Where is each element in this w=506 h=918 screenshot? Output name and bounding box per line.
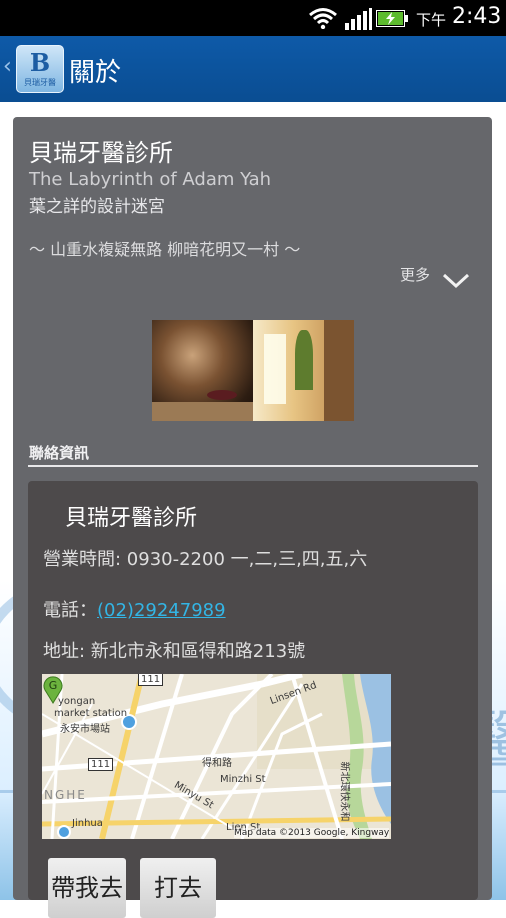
- page-title: 關於: [69, 58, 122, 88]
- map-label-dehe: 得和路: [202, 758, 232, 769]
- wifi-icon: [309, 8, 337, 29]
- photo-plant: [295, 330, 313, 390]
- map-label-station-zh: 永安市場站: [60, 724, 110, 735]
- map-pin-label: G: [49, 679, 58, 692]
- map-label-nghe: NGHE: [44, 788, 87, 802]
- map-label-expressway: 新北環快永和: [338, 761, 350, 822]
- action-bar: ‹ B 貝瑞牙醫 關於: [0, 36, 506, 102]
- contact-card: 貝瑞牙醫診所 營業時間: 0930-2200 一,二,三,四,五,六 電話：(0…: [28, 481, 478, 918]
- photo-wall: [324, 320, 354, 421]
- status-bar: 下午 2:43: [0, 0, 506, 36]
- section-label-contact: 聯絡資訊: [29, 444, 90, 462]
- status-ampm: 下午: [416, 11, 447, 29]
- phone-row: 電話：(02)29247989: [43, 596, 226, 622]
- clinic-photo[interactable]: [152, 320, 354, 421]
- location-map[interactable]: yongan market station 永安市場站 111 111 Lins…: [42, 674, 391, 839]
- map-label-route-111-top: 111: [138, 674, 164, 686]
- opening-hours: 營業時間: 0930-2200 一,二,三,四,五,六: [43, 549, 368, 570]
- battery-charging-icon: [376, 10, 408, 27]
- clinic-name: 貝瑞牙醫診所: [29, 139, 173, 167]
- about-card: 貝瑞牙醫診所 The Labyrinth of Adam Yah 葉之詳的設計迷…: [13, 117, 492, 918]
- chevron-down-icon[interactable]: [441, 272, 471, 290]
- more-button-label[interactable]: 更多: [400, 264, 430, 285]
- app-logo-icon[interactable]: B 貝瑞牙醫: [16, 45, 64, 93]
- signal-icon: [345, 8, 372, 30]
- address: 地址: 新北市永和區得和路213號: [43, 641, 306, 662]
- call-button[interactable]: 打去: [140, 858, 216, 918]
- map-label-market-station: market station: [54, 708, 128, 719]
- map-label-route-111-left: 111: [88, 758, 114, 771]
- phone-link[interactable]: (02)29247989: [97, 600, 226, 621]
- motto-text: ～ 山重水複疑無路 柳暗花明又一村 ～: [29, 240, 301, 259]
- photo-floor: [152, 402, 253, 421]
- photo-window: [264, 334, 286, 404]
- status-time: 2:43: [452, 4, 502, 29]
- navigate-button[interactable]: 帶我去: [48, 858, 126, 918]
- section-divider: [28, 465, 478, 467]
- subtitle-chinese: 葉之詳的設計迷宮: [29, 197, 165, 217]
- photo-sofa: [207, 390, 237, 400]
- map-label-jinhua: Jinhua: [72, 818, 103, 829]
- logo-letter: B: [29, 48, 51, 77]
- map-pin-icon[interactable]: G: [42, 674, 64, 704]
- back-icon[interactable]: ‹: [3, 54, 12, 79]
- phone-label: 電話：: [43, 600, 97, 621]
- map-credit: Map data ©2013 Google, Kingway: [234, 828, 390, 838]
- map-label-minzhi: Minzhi St: [220, 774, 266, 785]
- subtitle-english: The Labyrinth of Adam Yah: [29, 169, 272, 190]
- contact-clinic-name: 貝瑞牙醫診所: [65, 506, 198, 531]
- logo-subtext: 貝瑞牙醫: [24, 78, 56, 87]
